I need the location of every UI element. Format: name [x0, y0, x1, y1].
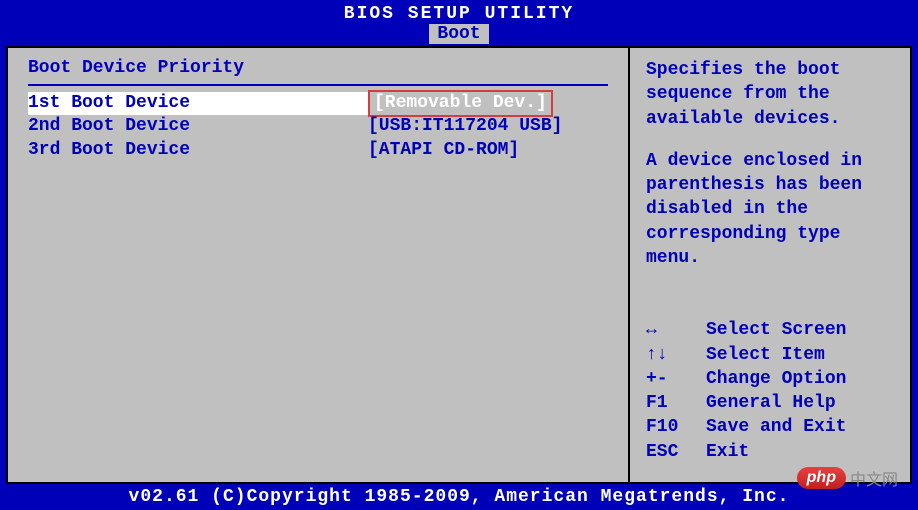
key-action: Select Screen — [706, 318, 846, 342]
php-badge-icon: php — [797, 467, 846, 489]
key-hints: ↔ Select Screen ↑↓ Select Item +- Change… — [646, 318, 894, 464]
key-action: Save and Exit — [706, 415, 846, 439]
boot-item-label: 1st Boot Device — [28, 92, 368, 115]
key-action: Exit — [706, 440, 749, 464]
main-area: Boot Device Priority 1st Boot Device [Re… — [6, 46, 912, 484]
bios-container: BIOS SETUP UTILITY Boot Boot Device Prio… — [0, 0, 918, 510]
boot-item-label: 3rd Boot Device — [28, 139, 368, 162]
boot-item-value: [ATAPI CD-ROM] — [368, 139, 519, 162]
boot-item-3[interactable]: 3rd Boot Device [ATAPI CD-ROM] — [28, 139, 608, 162]
boot-item-label: 2nd Boot Device — [28, 115, 368, 138]
key-row: +- Change Option — [646, 367, 894, 391]
key-symbol: F10 — [646, 415, 706, 439]
key-row: ↔ Select Screen — [646, 318, 894, 342]
key-action: General Help — [706, 391, 836, 415]
key-symbol: ↔ — [646, 318, 706, 342]
key-symbol: ESC — [646, 440, 706, 464]
watermark-text: 中文网 — [850, 466, 898, 490]
help-paragraph-2: A device enclosed in parenthesis has bee… — [646, 149, 894, 270]
section-title: Boot Device Priority — [28, 58, 608, 78]
key-row: ESC Exit — [646, 440, 894, 464]
key-row: ↑↓ Select Item — [646, 343, 894, 367]
key-row: F1 General Help — [646, 391, 894, 415]
help-paragraph-1: Specifies the boot sequence from the ava… — [646, 58, 894, 131]
key-row: F10 Save and Exit — [646, 415, 894, 439]
key-action: Select Item — [706, 343, 825, 367]
key-symbol: +- — [646, 367, 706, 391]
separator — [28, 84, 608, 86]
title-bar: BIOS SETUP UTILITY — [0, 0, 918, 24]
boot-item-2[interactable]: 2nd Boot Device [USB:IT117204 USB] — [28, 115, 608, 138]
right-panel: Specifies the boot sequence from the ava… — [630, 48, 910, 482]
boot-item-1[interactable]: 1st Boot Device [Removable Dev.] — [28, 92, 608, 115]
watermark: php 中文网 — [797, 466, 898, 490]
key-symbol: F1 — [646, 391, 706, 415]
boot-item-value: [Removable Dev.] — [368, 90, 553, 117]
tab-row: Boot — [0, 24, 918, 46]
boot-item-value: [USB:IT117204 USB] — [368, 115, 562, 138]
footer: v02.61 (C)Copyright 1985-2009, American … — [0, 484, 918, 510]
left-panel: Boot Device Priority 1st Boot Device [Re… — [8, 48, 630, 482]
tab-boot[interactable]: Boot — [429, 24, 488, 44]
key-symbol: ↑↓ — [646, 343, 706, 367]
key-action: Change Option — [706, 367, 846, 391]
help-text: Specifies the boot sequence from the ava… — [646, 58, 894, 288]
